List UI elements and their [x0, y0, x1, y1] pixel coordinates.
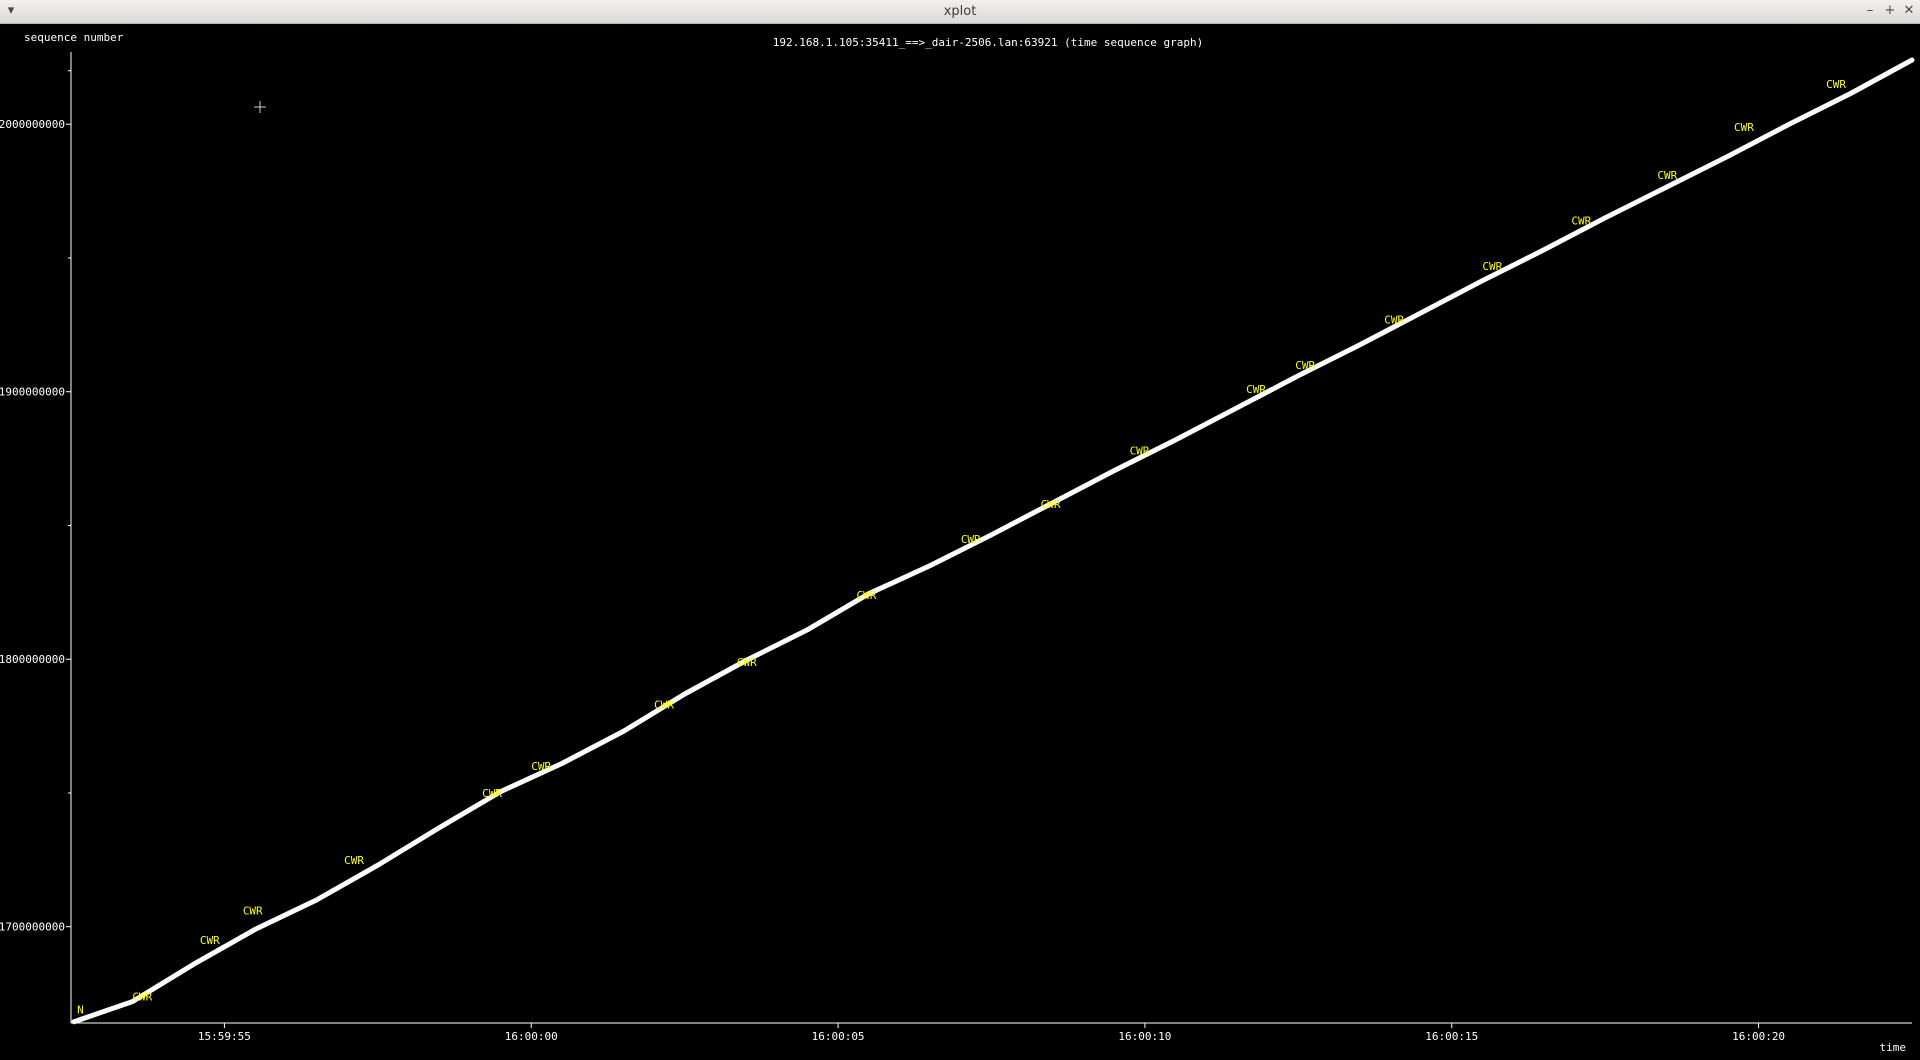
y-tick-label: 1900000000	[0, 386, 65, 399]
close-icon[interactable]: ✕	[1901, 3, 1917, 19]
x-tick-label: 16:00:15	[1425, 1030, 1478, 1043]
series-layer	[71, 57, 1915, 1025]
sequence-point	[990, 533, 993, 537]
xplot-window: ▾ xplot – + ✕ 192.168.1.105:35411_==>_da…	[0, 0, 1920, 1055]
annotation-label: CWR	[737, 656, 757, 669]
maximize-icon[interactable]: +	[1882, 3, 1898, 19]
sequence-point	[315, 898, 318, 902]
annotation-label: CWR	[1384, 314, 1404, 327]
y-tick-label: 1700000000	[0, 921, 65, 934]
x-tick-label: 16:00:10	[1118, 1030, 1171, 1043]
annotation-label: CWR	[1130, 445, 1150, 458]
annotation-label: CWR	[1246, 383, 1266, 396]
sequence-series-line	[71, 57, 1915, 1025]
annotation-label: CWR	[654, 699, 674, 712]
sequence-point	[683, 692, 687, 696]
sequence-point	[805, 628, 809, 632]
annotation-label: CWR	[344, 854, 364, 867]
y-tick-label: 1800000000	[0, 653, 65, 666]
annotation-label: CWR	[961, 533, 981, 546]
sequence-point	[1665, 185, 1668, 189]
x-axis-label: time	[1880, 1041, 1907, 1054]
time-sequence-chart[interactable]: 192.168.1.105:35411_==>_dair-2506.lan:63…	[0, 24, 1920, 1055]
annotation-label: CWR	[200, 934, 220, 947]
annotation-label: CWR	[531, 760, 551, 773]
sequence-point	[928, 564, 932, 568]
annotation-label: CWR	[1734, 121, 1754, 134]
annotation-label: CWR	[856, 589, 876, 602]
y-tick-label: 2000000000	[0, 118, 65, 131]
sequence-point	[1358, 343, 1362, 347]
sequence-point	[1603, 216, 1607, 220]
sequence-point	[1235, 406, 1239, 410]
sequence-point	[1910, 58, 1914, 62]
annotation-label: CWR	[1826, 78, 1846, 91]
sequence-point	[560, 762, 564, 765]
annotation-label: CWR	[1482, 260, 1502, 273]
x-tick-label: 16:00:20	[1732, 1030, 1785, 1043]
x-tick-label: 15:59:55	[198, 1030, 251, 1043]
annotation-label: CWR	[243, 905, 263, 918]
window-titlebar[interactable]: ▾ xplot – + ✕	[0, 0, 1920, 24]
sequence-point	[72, 1020, 76, 1024]
sequence-point	[1726, 154, 1730, 158]
sequence-point	[192, 962, 196, 966]
annotation-label: CWR	[482, 787, 502, 800]
sequence-point	[1542, 248, 1546, 252]
x-tick-label: 16:00:00	[505, 1030, 558, 1043]
crosshair-cursor-icon	[254, 101, 266, 113]
sequence-point	[1849, 92, 1853, 95]
annotation-label: CWR	[1571, 215, 1591, 228]
chart-title: 192.168.1.105:35411_==>_dair-2506.lan:63…	[773, 36, 1203, 49]
y-axis-label: sequence number	[24, 31, 124, 44]
x-tick-label: 16:00:05	[812, 1030, 865, 1043]
annotation-label: CWR	[1295, 359, 1315, 372]
sequence-point	[437, 826, 441, 830]
sequence-point	[376, 863, 380, 867]
sequence-point	[1296, 374, 1300, 378]
window-title: xplot	[943, 4, 977, 19]
minimize-icon[interactable]: –	[1862, 3, 1878, 19]
annotation-label: N	[77, 1004, 84, 1017]
sequence-point	[1112, 469, 1116, 473]
sequence-point	[1174, 438, 1178, 442]
annotation-label: CWR	[1041, 498, 1061, 511]
sequence-point	[621, 729, 625, 733]
sequence-point	[253, 927, 257, 931]
ticks: 15:59:55 16:00:00 16:00:05 16:00:10 16:00:15…	[0, 70, 1785, 1043]
annotation-label: CWR	[132, 990, 152, 1003]
sequence-point	[1787, 122, 1791, 126]
sequence-point	[1419, 311, 1423, 315]
plot-area[interactable]: 192.168.1.105:35411_==>_dair-2506.lan:63…	[0, 24, 1920, 1055]
annotation-label: CWR	[1657, 169, 1677, 182]
sequence-point	[1480, 279, 1484, 283]
